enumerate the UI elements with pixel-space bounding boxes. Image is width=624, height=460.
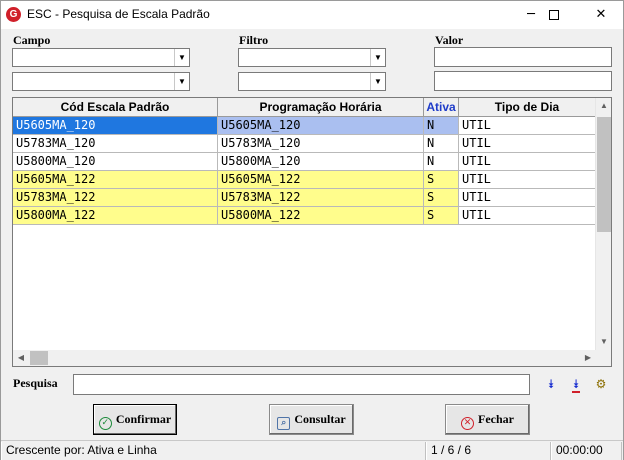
horizontal-scrollbar[interactable]: ◀ ▶ [13,350,596,366]
confirm-button-label: Confirmar [115,412,172,426]
cell-ativa[interactable]: N [424,135,459,153]
double-chevron-down-icon[interactable]: ⯯ [542,374,560,394]
cell-ativa[interactable]: N [424,153,459,171]
valor-input-2[interactable] [434,71,612,91]
table-row[interactable]: U5783MA_120 U5783MA_120 N UTIL [13,135,596,153]
table-row[interactable]: U5800MA_120 U5800MA_120 N UTIL [13,153,596,171]
cell-tipo[interactable]: UTIL [459,117,596,135]
app-logo-icon: G [6,7,21,22]
status-sort: Crescente por: Ativa e Linha [1,442,426,460]
scroll-up-icon[interactable]: ▲ [596,98,612,114]
magnifier-icon: ⌕ [277,417,291,430]
campo-select-1[interactable]: ▼ [12,48,190,67]
chevron-down-icon[interactable]: ▼ [370,73,385,90]
column-header-programacao[interactable]: Programação Horária [218,98,424,117]
vertical-scroll-thumb[interactable] [597,117,611,232]
cell-ativa[interactable]: S [424,207,459,225]
filtro-select-2[interactable]: ▼ [238,72,386,91]
valor-input-1[interactable] [434,47,612,67]
cell-ativa[interactable]: S [424,189,459,207]
campo-label: Campo [13,33,51,47]
cell-cod[interactable]: U5783MA_122 [13,189,218,207]
chevron-down-icon[interactable]: ▼ [174,49,189,66]
consult-button-label: Consultar [294,412,346,426]
cell-tipo[interactable]: UTIL [459,153,596,171]
grid-header: Cód Escala Padrão Programação Horária At… [13,98,596,117]
cell-ativa[interactable]: N [424,117,459,135]
column-header-cod[interactable]: Cód Escala Padrão [13,98,218,117]
confirm-button[interactable]: ✓ Confirmar [93,404,177,435]
search-window: G ESC - Pesquisa de Escala Padrão ─ ✕ Ca… [0,0,624,460]
filtro-select-1[interactable]: ▼ [238,48,386,67]
scroll-right-icon[interactable]: ▶ [580,350,596,366]
close-button-label: Fechar [478,412,514,426]
cell-cod[interactable]: U5605MA_120 [13,117,218,135]
cell-cod[interactable]: U5783MA_120 [13,135,218,153]
cell-tipo[interactable]: UTIL [459,189,596,207]
check-circle-icon: ✓ [98,417,112,430]
cell-programacao[interactable]: U5783MA_122 [218,189,424,207]
cell-programacao[interactable]: U5605MA_122 [218,171,424,189]
cell-cod[interactable]: U5800MA_120 [13,153,218,171]
chevron-down-icon[interactable]: ▼ [370,49,385,66]
maximize-button[interactable] [534,1,574,29]
window-title: ESC - Pesquisa de Escala Padrão [27,7,210,21]
filtro-label: Filtro [239,33,269,47]
status-time: 00:00:00 [551,442,622,460]
close-window-button[interactable]: ✕ [581,1,621,29]
cell-cod[interactable]: U5800MA_122 [13,207,218,225]
title-bar[interactable]: G ESC - Pesquisa de Escala Padrão ─ ✕ [1,1,623,29]
status-bar: Crescente por: Ativa e Linha 1 / 6 / 6 0… [1,440,623,460]
valor-label: Valor [435,33,464,47]
table-row[interactable]: U5783MA_122 U5783MA_122 S UTIL [13,189,596,207]
scrollbar-corner [595,350,611,366]
scroll-left-icon[interactable]: ◀ [13,350,29,366]
cell-cod[interactable]: U5605MA_122 [13,171,218,189]
cell-ativa[interactable]: S [424,171,459,189]
table-row[interactable]: U5605MA_120 U5605MA_120 N UTIL [13,117,596,135]
cell-programacao[interactable]: U5800MA_122 [218,207,424,225]
search-input[interactable] [73,374,530,395]
chevron-down-icon[interactable]: ▼ [174,73,189,90]
consult-button[interactable]: ⌕ Consultar [269,404,354,435]
results-grid[interactable]: Cód Escala Padrão Programação Horária At… [12,97,612,367]
close-button[interactable]: ✕ Fechar [445,404,530,435]
search-label: Pesquisa [13,376,58,390]
column-header-tipo[interactable]: Tipo de Dia [459,98,596,117]
cell-programacao[interactable]: U5605MA_120 [218,117,424,135]
cell-programacao[interactable]: U5783MA_120 [218,135,424,153]
status-count: 1 / 6 / 6 [426,442,551,460]
maximize-icon [549,9,559,20]
campo-select-2[interactable]: ▼ [12,72,190,91]
cell-tipo[interactable]: UTIL [459,171,596,189]
cell-tipo[interactable]: UTIL [459,135,596,153]
x-circle-icon: ✕ [461,417,474,430]
table-row[interactable]: U5605MA_122 U5605MA_122 S UTIL [13,171,596,189]
vertical-scrollbar[interactable]: ▲ ▼ [595,98,611,350]
gear-db-icon[interactable]: ⚙ [592,374,610,394]
cell-tipo[interactable]: UTIL [459,207,596,225]
table-row[interactable]: U5800MA_122 U5800MA_122 S UTIL [13,207,596,225]
double-chevron-down-underline-icon[interactable]: ⯯ [567,374,585,394]
cell-programacao[interactable]: U5800MA_120 [218,153,424,171]
column-header-ativa[interactable]: Ativa [424,98,459,117]
scroll-down-icon[interactable]: ▼ [596,334,612,350]
horizontal-scroll-thumb[interactable] [30,351,48,365]
